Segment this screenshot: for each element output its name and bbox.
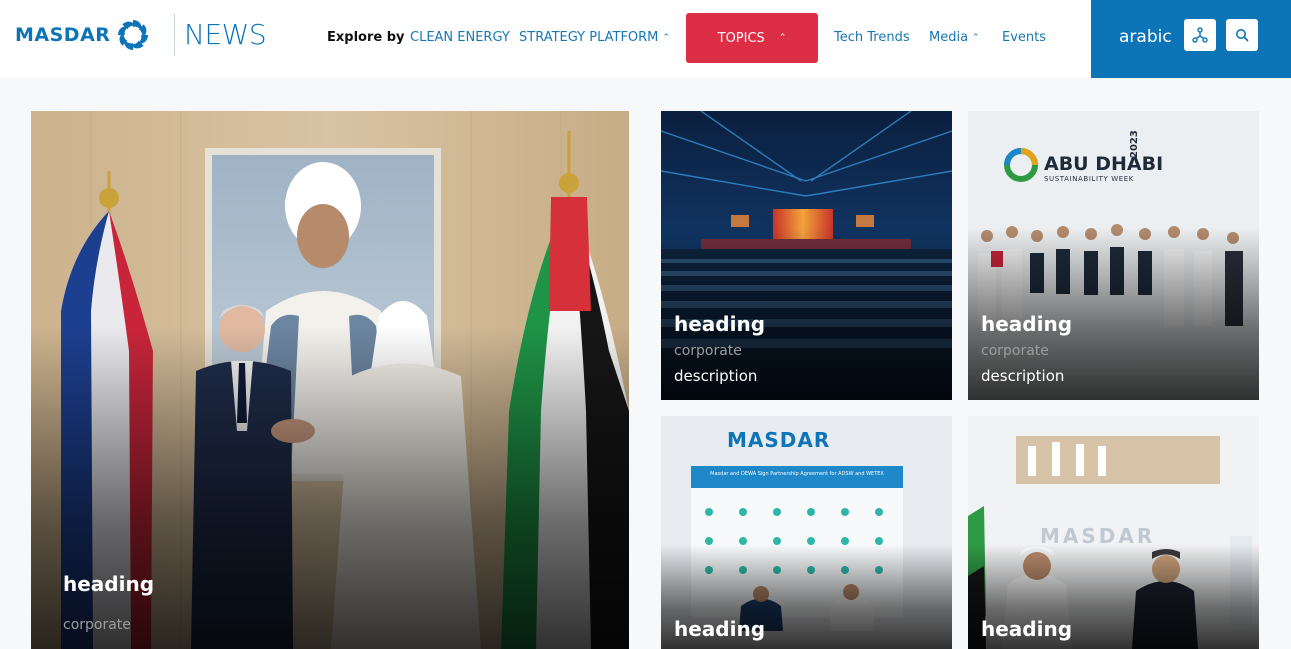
site-header: MASDAR NEWS Explore by CLEAN ENERGY STRA…	[0, 0, 1291, 78]
chevron-up-icon: ⌃	[972, 33, 980, 43]
featured-news-card[interactable]: heading corporate	[31, 111, 629, 649]
card-heading[interactable]: heading	[674, 617, 765, 641]
nav-media-label: Media	[929, 30, 969, 45]
poster-title: ABU DHABI	[1044, 153, 1164, 175]
topics-label: TOPICS	[717, 30, 765, 46]
nav-strategy-platform-label: STRATEGY PLATFORM	[519, 30, 659, 45]
card-heading[interactable]: heading	[981, 312, 1072, 336]
nav-events[interactable]: Events	[1002, 30, 1046, 45]
card-category-tag[interactable]: corporate	[981, 343, 1049, 359]
share-icon	[1192, 27, 1208, 43]
search-icon	[1236, 29, 1249, 42]
news-title: NEWS	[184, 18, 267, 51]
explore-by-label: Explore by	[327, 30, 405, 45]
nav-tech-trends[interactable]: Tech Trends	[834, 30, 910, 45]
card-description: description	[981, 367, 1065, 385]
card-category-tag[interactable]: corporate	[63, 617, 131, 633]
card-category-tag[interactable]: corporate	[674, 343, 742, 359]
chevron-up-icon: ⌃	[662, 33, 670, 43]
nav-strategy-platform[interactable]: STRATEGY PLATFORM ⌃	[519, 30, 670, 45]
nav-media[interactable]: Media ⌃	[929, 30, 980, 45]
news-card-bottom-middle[interactable]: MASDAR Masdar and DEWA Sign Partnership …	[661, 416, 952, 649]
language-panel: arabic	[1091, 0, 1291, 78]
card-description: description	[674, 367, 758, 385]
news-card-top-right[interactable]: ABU DHABI SUSTAINABILITY WEEK 2023 headi…	[968, 111, 1259, 400]
backdrop-brand: MASDAR	[727, 428, 831, 452]
masdar-logo[interactable]: MASDAR	[15, 14, 150, 56]
news-card-bottom-right[interactable]: MASDAR heading	[968, 416, 1259, 649]
logo-divider	[174, 14, 175, 56]
card-gradient-overlay	[31, 326, 629, 649]
nav-clean-energy[interactable]: CLEAN ENERGY	[410, 30, 510, 45]
share-button[interactable]	[1184, 19, 1216, 51]
poster-subtitle: SUSTAINABILITY WEEK	[1044, 175, 1134, 183]
masdar-swirl-icon	[118, 20, 149, 50]
backdrop-banner-text: Masdar and DEWA Sign Partnership Agreeme…	[710, 471, 884, 477]
chevron-up-icon: ⌃	[778, 33, 787, 43]
card-heading[interactable]: heading	[674, 312, 765, 336]
logo-wordmark: MASDAR	[15, 24, 111, 46]
topics-button[interactable]: TOPICS ⌃	[686, 13, 818, 63]
card-heading[interactable]: heading	[981, 617, 1072, 641]
card-heading[interactable]: heading	[63, 572, 154, 596]
news-card-top-middle[interactable]: heading corporate description	[661, 111, 952, 400]
search-button[interactable]	[1226, 19, 1258, 51]
poster-year: 2023	[1129, 130, 1140, 158]
language-switch[interactable]: arabic	[1119, 27, 1172, 47]
